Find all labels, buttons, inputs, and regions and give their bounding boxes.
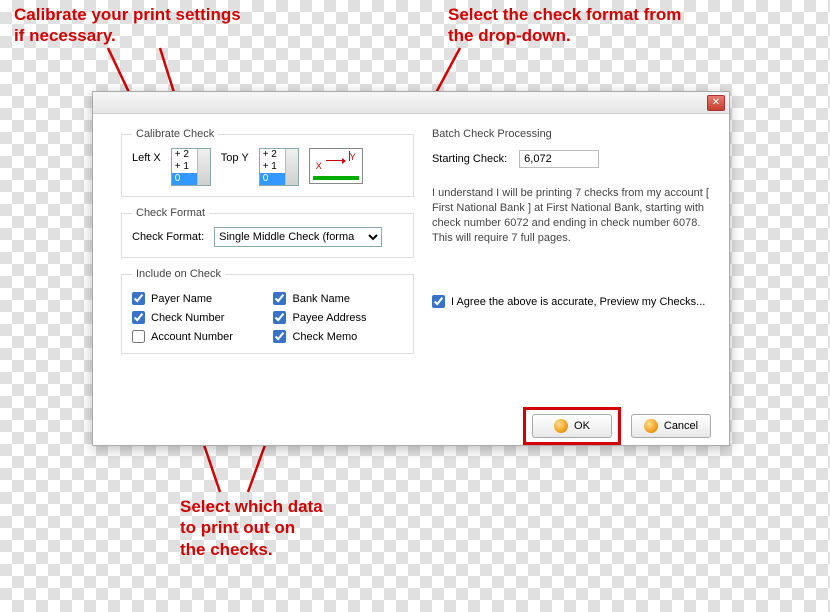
confirm-text: I understand I will be printing 7 checks… [432, 186, 711, 245]
cancel-icon [644, 419, 658, 433]
ok-highlight: OK [523, 407, 621, 445]
agree-label[interactable]: I Agree the above is accurate, Preview m… [451, 296, 705, 308]
calibrate-group: Calibrate Check Left X + 2 + 1 0 Top Y +… [121, 128, 414, 197]
calibrate-preview-icon: Y X [309, 148, 363, 184]
check-format-label: Check Format: [132, 231, 204, 243]
print-checks-dialog: ✕ Calibrate Check Left X + 2 + 1 0 Top Y… [92, 91, 730, 446]
include-checkbox[interactable] [273, 330, 286, 343]
starting-check-label: Starting Check: [432, 153, 507, 165]
include-checkbox[interactable] [132, 292, 145, 305]
batch-heading: Batch Check Processing [432, 128, 711, 140]
ok-button[interactable]: OK [532, 414, 612, 438]
include-checkbox[interactable] [132, 330, 145, 343]
include-label: Payer Name [151, 293, 212, 305]
annotation-include: Select which data to print out on the ch… [180, 496, 323, 560]
include-label: Check Memo [292, 331, 357, 343]
include-label: Account Number [151, 331, 233, 343]
check-format-group: Check Format Check Format: Single Middle… [121, 207, 414, 258]
include-item: Check Number [132, 311, 261, 324]
include-item: Bank Name [273, 292, 402, 305]
leftx-label: Left X [132, 148, 161, 164]
include-item: Payee Address [273, 311, 402, 324]
include-checkbox[interactable] [273, 311, 286, 324]
calibrate-legend: Calibrate Check [132, 128, 218, 140]
include-item: Check Memo [273, 330, 402, 343]
topy-label: Top Y [221, 148, 249, 164]
close-button[interactable]: ✕ [707, 95, 725, 111]
include-label: Bank Name [292, 293, 349, 305]
include-item: Account Number [132, 330, 261, 343]
ok-icon [554, 419, 568, 433]
topy-spinner[interactable]: + 2 + 1 0 [259, 148, 299, 186]
titlebar: ✕ [93, 92, 729, 114]
leftx-spinner[interactable]: + 2 + 1 0 [171, 148, 211, 186]
include-label: Check Number [151, 312, 224, 324]
cancel-button[interactable]: Cancel [631, 414, 711, 438]
include-label: Payee Address [292, 312, 366, 324]
include-checkbox[interactable] [273, 292, 286, 305]
annotation-format: Select the check format from the drop-do… [448, 4, 681, 47]
annotation-calibrate: Calibrate your print settings if necessa… [14, 4, 241, 47]
agree-checkbox[interactable] [432, 295, 445, 308]
include-checkbox[interactable] [132, 311, 145, 324]
check-format-legend: Check Format [132, 207, 209, 219]
check-format-select[interactable]: Single Middle Check (forma [214, 227, 382, 247]
dialog-footer: OK Cancel [93, 406, 729, 446]
starting-check-input[interactable] [519, 150, 599, 168]
include-legend: Include on Check [132, 268, 225, 280]
include-group: Include on Check Payer Name Bank Name Chec… [121, 268, 414, 354]
include-item: Payer Name [132, 292, 261, 305]
